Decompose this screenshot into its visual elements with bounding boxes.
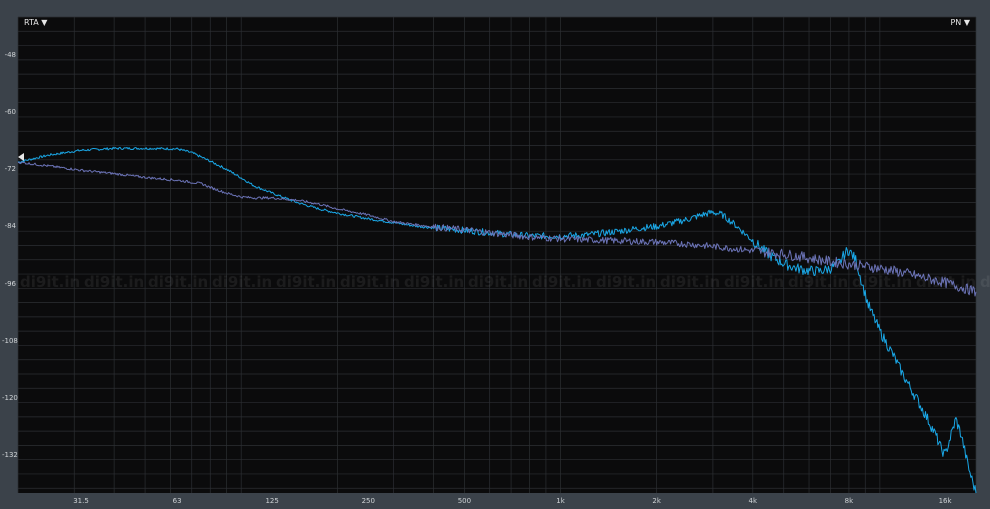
pn-dropdown[interactable]: PN ▼ xyxy=(950,18,970,27)
watermark-text: di9it.in xyxy=(468,273,528,291)
watermark-text: di9it.in xyxy=(788,273,848,291)
watermark-text: di9it.in xyxy=(916,273,976,291)
y-tick-label: -108 xyxy=(2,336,18,345)
y-tick-label: -120 xyxy=(2,393,18,402)
watermark-text: di9it.in xyxy=(212,273,272,291)
reference-level-marker[interactable] xyxy=(18,153,24,162)
y-tick-label: -96 xyxy=(4,279,16,288)
x-tick-label: 4k xyxy=(748,497,758,505)
watermark-text: di9it.in xyxy=(276,273,336,291)
y-tick-label: -48 xyxy=(4,51,16,60)
x-tick-label: 2k xyxy=(652,497,661,505)
x-tick-label: 500 xyxy=(457,497,472,505)
watermark-text: di9it.in xyxy=(980,273,990,291)
watermark-layer: di9it.in di9it.in di9it.in di9it.in di9it.in… xyxy=(20,273,990,291)
x-tick-label: 63 xyxy=(172,497,182,505)
watermark-text: di9it.in xyxy=(148,273,208,291)
rta-dropdown[interactable]: RTA ▼ xyxy=(24,18,47,27)
grid xyxy=(17,16,977,493)
watermark-text: di9it.in xyxy=(20,273,80,291)
x-tick-label: 31.5 xyxy=(73,497,89,505)
watermark-text: di9it.in xyxy=(660,273,720,291)
watermark-text: di9it.in xyxy=(84,273,144,291)
rta-chart: di9it.in di9it.in di9it.in di9it.in di9it.in… xyxy=(17,16,990,494)
y-tick-label: -132 xyxy=(2,450,18,459)
x-tick-label: 125 xyxy=(265,497,279,505)
watermark-text: di9it.in xyxy=(724,273,784,291)
y-tick-label: -72 xyxy=(4,165,16,174)
x-tick-label: 8k xyxy=(844,497,854,505)
y-tick-label: -60 xyxy=(4,108,16,117)
watermark-text: di9it.in xyxy=(532,273,592,291)
series-layer xyxy=(17,146,977,494)
x-tick-label: 1k xyxy=(556,497,565,505)
watermark-text: di9it.in xyxy=(404,273,464,291)
x-tick-label: 250 xyxy=(361,497,375,505)
series-line-1 xyxy=(17,146,977,494)
y-tick-label: -84 xyxy=(4,222,16,231)
watermark-text: di9it.in xyxy=(596,273,656,291)
watermark-text: di9it.in xyxy=(340,273,400,291)
x-tick-label: 16k xyxy=(938,497,952,505)
